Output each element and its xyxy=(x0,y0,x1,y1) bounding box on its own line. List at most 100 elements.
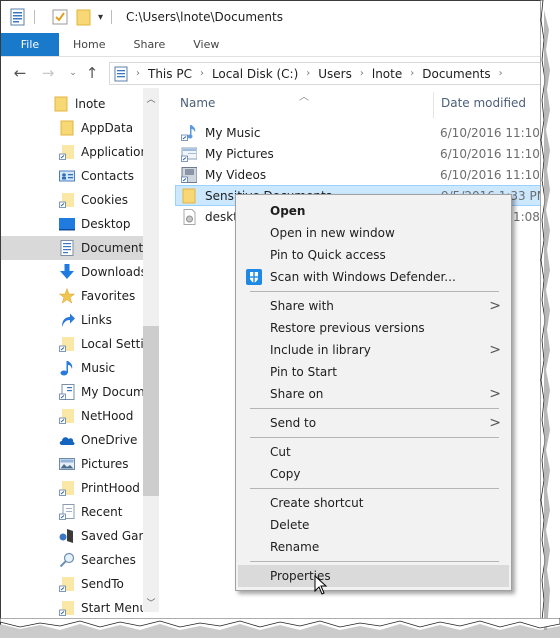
file-row[interactable]: My Music 6/10/2016 11:10 AM xyxy=(175,122,541,143)
file-name: My Music xyxy=(205,125,261,140)
scrollbar-thumb[interactable] xyxy=(143,326,159,496)
breadcrumb-documents[interactable]: Documents xyxy=(422,67,490,81)
menu-item-properties[interactable]: Properties xyxy=(238,565,509,587)
nav-item-application[interactable]: Application xyxy=(1,140,143,164)
menu-item-open[interactable]: Open xyxy=(238,200,509,222)
downloads-icon xyxy=(59,264,75,280)
nav-item-documents[interactable]: Documents xyxy=(1,236,143,260)
menu-item-share-with[interactable]: Share with > xyxy=(238,295,509,317)
nav-item-local-settin[interactable]: Local Settin xyxy=(1,332,143,356)
chevron-down-icon: ⌄ xyxy=(69,68,77,78)
file-row[interactable]: My Videos 6/10/2016 11:10 AM xyxy=(175,164,541,185)
nav-item-label: Favorites xyxy=(81,289,136,303)
context-menu: Open Open in new window Pin to Quick acces… xyxy=(235,194,512,591)
back-button[interactable]: ← xyxy=(9,64,31,82)
new-folder-icon[interactable] xyxy=(76,8,92,26)
menu-item-scan-with-windows-defender[interactable]: Scan with Windows Defender... xyxy=(238,266,509,288)
file-date-modified: 6/10/2016 11:10 AM xyxy=(440,125,541,140)
breadcrumb-separator[interactable]: › xyxy=(200,68,204,79)
menu-item-create-shortcut[interactable]: Create shortcut xyxy=(238,492,509,514)
pictures-icon xyxy=(59,456,75,472)
nav-item-searches[interactable]: Searches xyxy=(1,548,143,572)
breadcrumb-separator[interactable]: › xyxy=(306,68,310,79)
title-bar: ▾ C:\Users\lnote\Documents xyxy=(1,1,541,33)
checkmark-folder-icon[interactable] xyxy=(52,8,68,26)
breadcrumb-separator[interactable]: › xyxy=(136,68,140,79)
nav-item-music[interactable]: Music xyxy=(1,356,143,380)
menu-item-share-on[interactable]: Share on > xyxy=(238,383,509,405)
breadcrumb-this-pc[interactable]: This PC xyxy=(148,67,192,81)
saved-games-icon xyxy=(59,528,75,544)
breadcrumb-local-disk[interactable]: Local Disk (C:) xyxy=(212,67,298,81)
tab-share[interactable]: Share xyxy=(119,33,179,56)
nav-item-start-menu[interactable]: Start Menu xyxy=(1,596,143,620)
menu-separator xyxy=(250,291,499,292)
breadcrumb-separator[interactable]: › xyxy=(360,68,364,79)
tab-view[interactable]: View xyxy=(179,33,233,56)
column-header-name[interactable]: Name xyxy=(180,96,215,110)
nav-item-sendto[interactable]: SendTo xyxy=(1,572,143,596)
address-bar[interactable]: › This PC › Local Disk (C:) › Users › ln… xyxy=(109,62,541,85)
nav-item-downloads[interactable]: Downloads xyxy=(1,260,143,284)
menu-item-pin-to-quick-access[interactable]: Pin to Quick access xyxy=(238,244,509,266)
folder-shortcut-icon xyxy=(59,480,75,496)
file-row[interactable]: My Pictures 6/10/2016 11:10 AM xyxy=(175,143,541,164)
menu-item-label: Restore previous versions xyxy=(270,321,425,335)
submenu-chevron-icon: > xyxy=(489,298,501,314)
menu-item-cut[interactable]: Cut xyxy=(238,441,509,463)
customize-dropdown-icon[interactable]: ▾ xyxy=(98,12,103,23)
column-divider[interactable] xyxy=(433,92,434,118)
search-icon xyxy=(59,552,75,568)
forward-button[interactable]: → xyxy=(37,64,59,82)
menu-item-label: Scan with Windows Defender... xyxy=(270,270,456,284)
nav-item-desktop[interactable]: Desktop xyxy=(1,212,143,236)
tab-home[interactable]: Home xyxy=(59,33,119,56)
nav-item-pictures[interactable]: Pictures xyxy=(1,452,143,476)
folder-shortcut-icon xyxy=(59,144,75,160)
nav-item-links[interactable]: Links xyxy=(1,308,143,332)
nav-item-saved-game[interactable]: Saved Game xyxy=(1,524,143,548)
nav-item-favorites[interactable]: Favorites xyxy=(1,284,143,308)
nav-item-nethood[interactable]: NetHood xyxy=(1,404,143,428)
scroll-up-icon[interactable]: ︿ xyxy=(143,92,159,105)
menu-item-label: Pin to Quick access xyxy=(270,248,386,262)
nav-item-label: SendTo xyxy=(81,577,124,591)
arrow-up-icon: ↑ xyxy=(85,64,99,82)
menu-item-pin-to-start[interactable]: Pin to Start xyxy=(238,361,509,383)
nav-item-lnote[interactable]: lnote xyxy=(1,92,143,116)
up-button[interactable]: ↑ xyxy=(81,64,103,82)
menu-item-restore-previous-versions[interactable]: Restore previous versions xyxy=(238,317,509,339)
menu-item-delete[interactable]: Delete xyxy=(238,514,509,536)
breadcrumb-user[interactable]: lnote xyxy=(372,67,402,81)
recent-locations-button[interactable]: ⌄ xyxy=(65,68,81,78)
nav-item-contacts[interactable]: Contacts xyxy=(1,164,143,188)
music-shortcut-icon xyxy=(181,124,197,141)
separator xyxy=(34,10,35,24)
menu-item-label: Share with xyxy=(270,299,334,313)
column-header-date-modified[interactable]: Date modified xyxy=(441,96,526,110)
menu-item-open-in-new-window[interactable]: Open in new window xyxy=(238,222,509,244)
submenu-chevron-icon: > xyxy=(489,342,501,358)
breadcrumb-users[interactable]: Users xyxy=(318,67,352,81)
menu-item-include-in-library[interactable]: Include in library > xyxy=(238,339,509,361)
nav-item-label: Saved Game xyxy=(81,529,143,543)
settings-file-icon xyxy=(181,208,197,225)
breadcrumb-separator[interactable]: › xyxy=(410,68,414,79)
breadcrumb-separator[interactable]: › xyxy=(499,68,503,79)
nav-item-recent[interactable]: Recent xyxy=(1,500,143,524)
nav-item-onedrive[interactable]: OneDrive xyxy=(1,428,143,452)
properties-icon[interactable] xyxy=(10,8,26,26)
tab-file[interactable]: File xyxy=(1,33,59,56)
nav-item-my-docume[interactable]: My Docume xyxy=(1,380,143,404)
menu-item-send-to[interactable]: Send to > xyxy=(238,412,509,434)
menu-item-copy[interactable]: Copy xyxy=(238,463,509,485)
menu-item-label: Include in library xyxy=(270,343,371,357)
file-name: My Videos xyxy=(205,167,267,182)
menu-item-rename[interactable]: Rename xyxy=(238,536,509,558)
nav-item-appdata[interactable]: AppData xyxy=(1,116,143,140)
cloud-icon xyxy=(59,432,75,448)
navigation-pane-scrollbar[interactable]: ︿ ﹀ xyxy=(143,88,159,612)
scroll-down-icon[interactable]: ﹀ xyxy=(143,596,159,609)
nav-item-cookies[interactable]: Cookies xyxy=(1,188,143,212)
nav-item-printhood[interactable]: PrintHood xyxy=(1,476,143,500)
